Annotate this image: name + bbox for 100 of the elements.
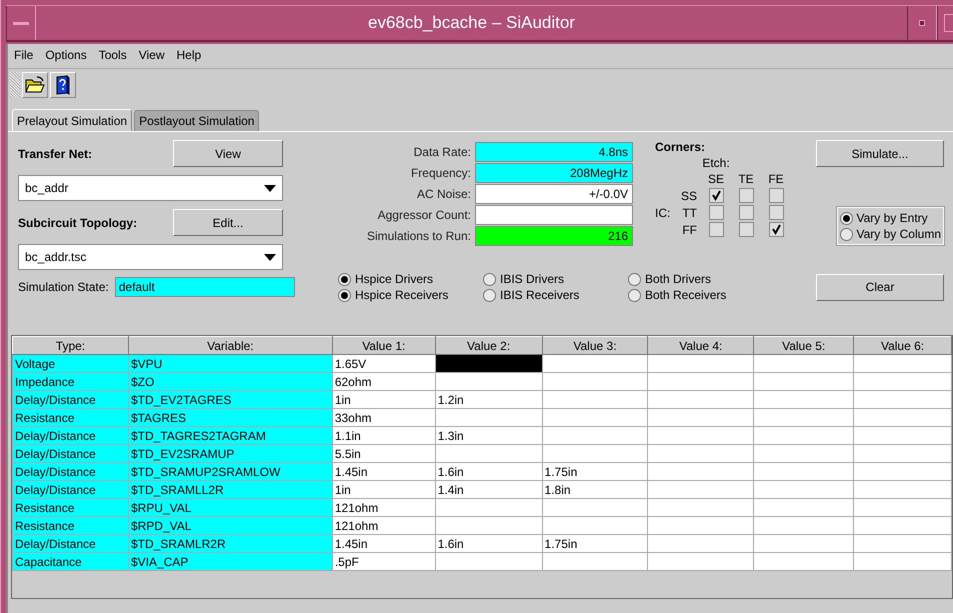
table-cell[interactable]: 1.75in (542, 462, 648, 480)
table-cell[interactable] (435, 516, 542, 534)
table-cell[interactable] (754, 390, 854, 408)
clear-button[interactable]: Clear (816, 274, 944, 300)
checkbox[interactable] (738, 188, 754, 203)
table-cell[interactable] (648, 480, 754, 498)
table-cell[interactable] (435, 498, 542, 516)
table-cell[interactable] (854, 480, 952, 498)
view-button[interactable]: View (173, 140, 283, 167)
table-cell[interactable] (435, 372, 542, 390)
table-cell[interactable]: 1.6in (435, 534, 542, 552)
table-cell[interactable] (542, 426, 648, 444)
table-cell[interactable]: 1in (332, 480, 436, 498)
table-cell[interactable] (754, 462, 854, 480)
tab[interactable]: Prelayout Simulation (12, 109, 132, 131)
menu-item[interactable]: Help (176, 48, 202, 64)
table-cell[interactable]: 1.45in (332, 462, 436, 480)
table-cell[interactable] (648, 534, 754, 552)
radio-button[interactable] (338, 288, 351, 302)
column-header[interactable]: Value 1: (332, 336, 436, 354)
table-cell[interactable] (542, 390, 648, 408)
checkbox[interactable] (708, 222, 724, 237)
column-header[interactable]: Value 6: (854, 336, 952, 354)
checkbox[interactable] (768, 205, 784, 220)
radio-option[interactable]: IBIS Receivers (483, 288, 628, 302)
table-cell[interactable] (648, 390, 754, 408)
table-cell[interactable] (542, 372, 648, 390)
table-cell[interactable] (435, 408, 542, 426)
transfer-net-dropdown[interactable]: bc_addr (18, 175, 283, 201)
table-cell[interactable] (542, 552, 648, 570)
table-cell[interactable]: 1.45in (332, 534, 436, 552)
table-cell[interactable]: 5.5in (332, 444, 436, 462)
table-cell[interactable] (542, 354, 648, 372)
table-cell[interactable] (542, 444, 648, 462)
simulate-button[interactable]: Simulate... (816, 140, 944, 167)
subcircuit-topology-dropdown[interactable]: bc_addr.tsc (18, 244, 283, 270)
table-cell[interactable]: 1.2in (435, 390, 542, 408)
table-cell[interactable]: 33ohm (332, 408, 436, 426)
simulation-state-field[interactable]: default (114, 277, 295, 297)
radio-option[interactable]: Both Drivers (628, 272, 788, 286)
input-field[interactable]: +/-0.0V (475, 184, 633, 204)
table-cell[interactable] (754, 480, 854, 498)
menu-item[interactable]: File (14, 48, 34, 64)
radio-option[interactable]: Vary by Entry (840, 211, 941, 225)
column-header[interactable]: Value 3: (542, 336, 648, 354)
table-cell[interactable] (754, 498, 854, 516)
table-cell[interactable] (648, 408, 754, 426)
minimize-button[interactable] (907, 6, 937, 40)
checkbox[interactable] (768, 188, 784, 203)
table-cell[interactable]: 121ohm (332, 516, 436, 534)
checkbox[interactable] (738, 205, 754, 220)
checkbox[interactable] (708, 205, 724, 220)
input-field[interactable]: 208MegHz (475, 163, 633, 183)
radio-button[interactable] (840, 228, 853, 240)
table-cell[interactable] (754, 516, 854, 534)
table-cell[interactable]: 1.4in (435, 480, 542, 498)
table-cell[interactable] (854, 498, 952, 516)
radio-option[interactable]: Vary by Column (840, 227, 941, 241)
table-cell[interactable] (854, 552, 952, 570)
table-cell[interactable] (542, 408, 648, 426)
table-cell[interactable] (648, 426, 754, 444)
edit-button[interactable]: Edit... (173, 209, 283, 236)
table-cell[interactable]: 1.65V (332, 354, 436, 372)
column-header[interactable]: Type: (12, 336, 128, 354)
window-menu-button[interactable] (6, 6, 36, 40)
radio-option[interactable]: Both Receivers (628, 288, 788, 302)
table-cell[interactable] (754, 552, 854, 570)
column-header[interactable]: Value 4: (648, 336, 754, 354)
table-cell[interactable] (648, 354, 754, 372)
table-cell[interactable]: 1.3in (435, 426, 542, 444)
table-cell[interactable] (648, 552, 754, 570)
menu-item[interactable]: Options (45, 48, 87, 64)
table-cell[interactable] (854, 462, 952, 480)
radio-option[interactable]: Hspice Drivers (338, 272, 483, 286)
table-cell[interactable]: 1in (332, 390, 436, 408)
table-cell[interactable] (648, 372, 754, 390)
table-cell[interactable] (754, 372, 854, 390)
input-field[interactable]: 216 (475, 226, 633, 246)
table-cell[interactable]: 121ohm (332, 498, 436, 516)
menu-item[interactable]: View (138, 48, 165, 64)
radio-option[interactable]: IBIS Drivers (483, 272, 628, 286)
table-cell[interactable] (648, 462, 754, 480)
radio-button[interactable] (628, 288, 641, 302)
table-cell[interactable] (854, 408, 952, 426)
tab[interactable]: Postlayout Simulation (134, 110, 260, 131)
table-cell[interactable]: 1.75in (542, 534, 648, 552)
table-cell[interactable] (854, 444, 952, 462)
table-cell[interactable] (542, 498, 648, 516)
column-header[interactable]: Value 2: (435, 336, 542, 354)
table-cell[interactable] (754, 534, 854, 552)
radio-button[interactable] (338, 272, 351, 286)
table-cell[interactable] (854, 372, 952, 390)
table-cell[interactable] (754, 354, 854, 372)
radio-option[interactable]: Hspice Receivers (338, 288, 483, 302)
table-cell[interactable] (854, 516, 952, 534)
open-folder-button[interactable] (22, 72, 48, 98)
table-cell[interactable]: 62ohm (332, 372, 436, 390)
column-header[interactable]: Value 5: (754, 336, 854, 354)
checkbox[interactable] (768, 222, 784, 237)
table-cell[interactable] (754, 408, 854, 426)
